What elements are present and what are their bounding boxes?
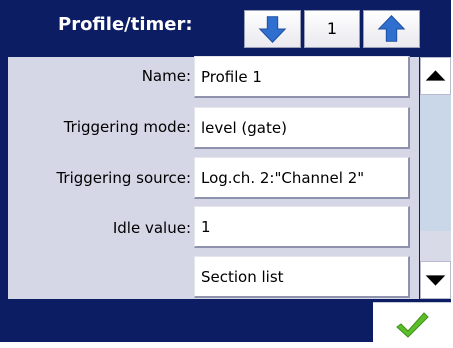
previous-profile-button[interactable] [244,10,301,48]
checkmark-icon [396,312,429,338]
triggering-mode-field[interactable]: level (gate) [194,107,410,149]
section-list-button[interactable]: Section list [194,256,410,298]
next-profile-button[interactable] [363,10,420,48]
scroll-down-icon [425,275,446,286]
name-field[interactable]: Profile 1 [194,56,410,98]
confirm-button[interactable] [373,302,451,343]
scroll-up-button[interactable] [420,57,451,95]
profile-number-field[interactable]: 1 [304,10,360,48]
arrow-down-icon [258,16,287,43]
triggering-source-field[interactable]: Log.ch. 2:"Channel 2" [194,157,410,199]
idle-value-label: Idle value: [112,219,191,237]
name-label: Name: [141,67,191,85]
triggering-source-label: Triggering source: [56,169,191,187]
scrollbar-thumb[interactable] [420,95,451,231]
scroll-up-icon [425,70,446,81]
scroll-down-button[interactable] [420,261,451,299]
arrow-up-icon [377,15,406,42]
triggering-mode-label: Triggering mode: [63,118,191,136]
page-title: Profile/timer: [58,14,193,35]
idle-value-field[interactable]: 1 [194,206,410,248]
